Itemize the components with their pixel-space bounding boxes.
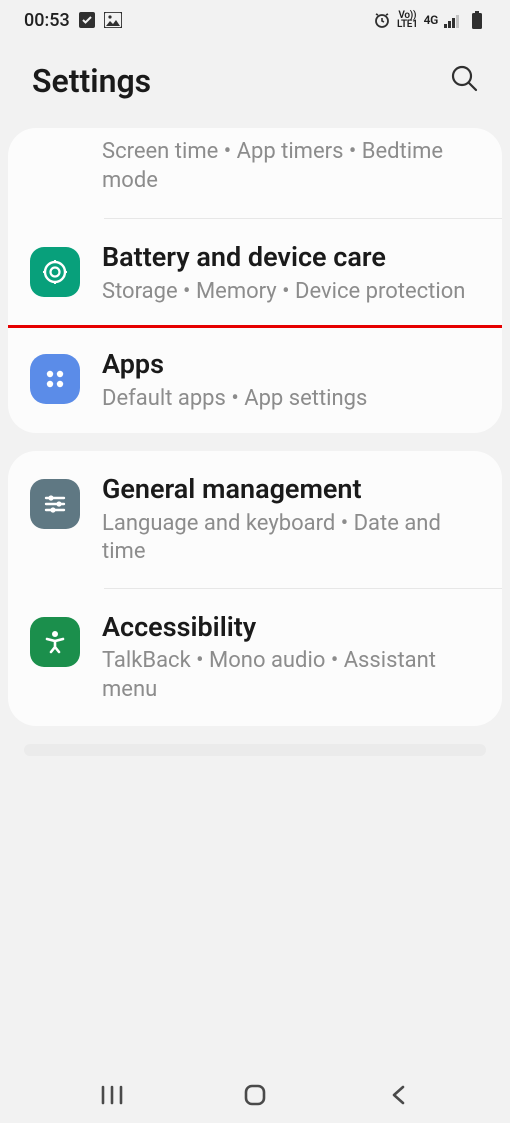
row-battery-device-care[interactable]: Battery and device care Storage • Memory… xyxy=(8,219,502,328)
row-subtitle: Storage • Memory • Device protection xyxy=(102,278,480,307)
header: Settings xyxy=(0,40,510,128)
home-icon xyxy=(243,1083,267,1107)
home-button[interactable] xyxy=(231,1071,279,1119)
row-subtitle: Default apps • App settings xyxy=(102,385,480,414)
settings-card-1: Screen time • App timers • Bedtime mode … xyxy=(8,128,502,433)
apps-icon xyxy=(30,354,80,404)
row-subtitle: Screen time • App timers • Bedtime mode xyxy=(102,138,480,195)
signal-icon xyxy=(444,11,462,29)
row-title: Accessibility xyxy=(102,611,480,643)
settings-card-2: General management Language and keyboard… xyxy=(8,451,502,726)
scroll-hint xyxy=(24,744,486,756)
back-button[interactable] xyxy=(374,1071,422,1119)
row-title: Battery and device care xyxy=(102,241,480,273)
row-title: Apps xyxy=(102,348,480,380)
status-bar: 00:53 Vo)) LTE1 4G xyxy=(0,0,510,40)
highlight-box: Apps Default apps • App settings xyxy=(8,325,502,433)
battery-icon xyxy=(468,11,486,29)
accessibility-icon xyxy=(30,617,80,667)
status-time: 00:53 xyxy=(24,10,70,31)
search-icon xyxy=(450,64,480,94)
search-button[interactable] xyxy=(444,58,486,104)
row-apps[interactable]: Apps Default apps • App settings xyxy=(8,328,502,433)
checkbox-icon xyxy=(78,11,96,29)
general-management-icon xyxy=(30,479,80,529)
page-title: Settings xyxy=(32,62,151,100)
row-general-management[interactable]: General management Language and keyboard… xyxy=(8,451,502,589)
row-title: General management xyxy=(102,473,480,505)
network-type: 4G xyxy=(424,16,438,25)
back-icon xyxy=(389,1083,407,1107)
row-accessibility[interactable]: Accessibility TalkBack • Mono audio • As… xyxy=(8,589,502,727)
recents-icon xyxy=(100,1085,124,1105)
image-icon xyxy=(104,11,122,29)
row-digital-wellbeing-partial[interactable]: Screen time • App timers • Bedtime mode xyxy=(8,128,502,219)
battery-care-icon xyxy=(30,247,80,297)
alarm-icon xyxy=(373,11,391,29)
network-label: Vo)) LTE1 xyxy=(397,11,418,29)
nav-bar xyxy=(0,1067,510,1123)
row-subtitle: Language and keyboard • Date and time xyxy=(102,510,480,567)
recents-button[interactable] xyxy=(88,1071,136,1119)
row-subtitle: TalkBack • Mono audio • Assistant menu xyxy=(102,647,480,704)
